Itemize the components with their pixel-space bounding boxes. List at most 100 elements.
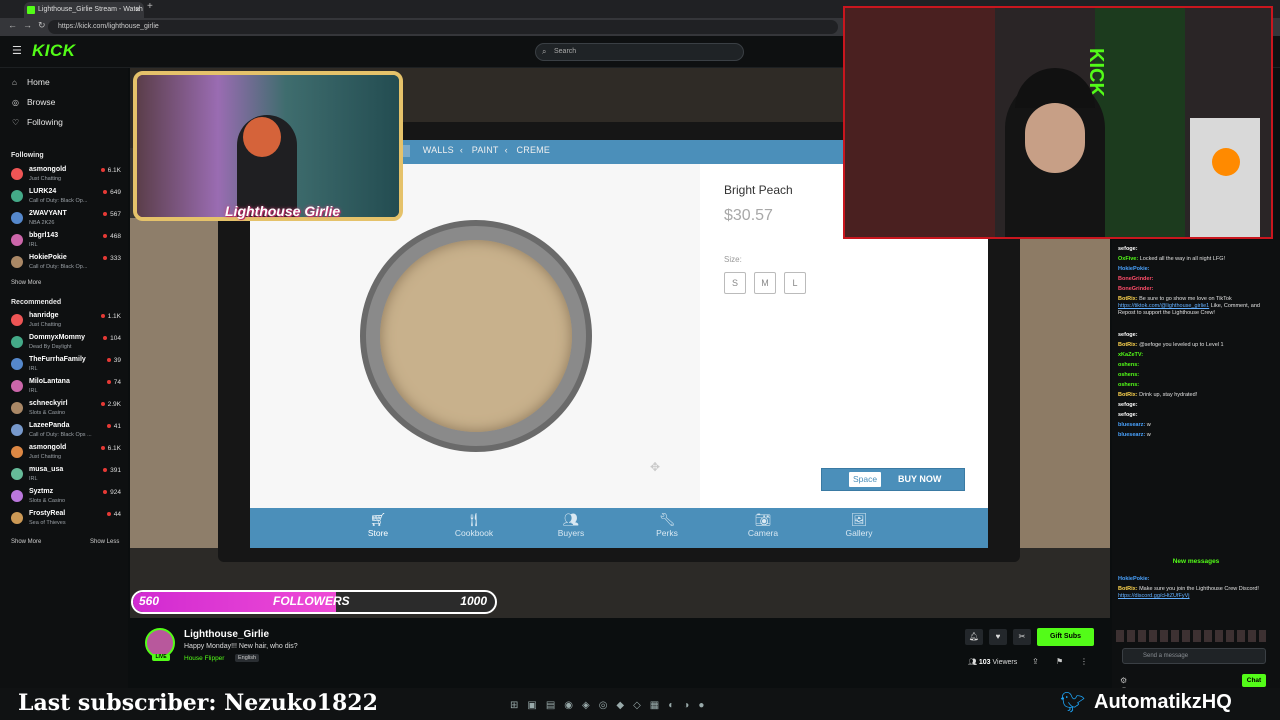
- viewer-count: 6.1K: [101, 167, 121, 174]
- chat-username[interactable]: oshens:: [1118, 372, 1139, 378]
- viewer-count: 41: [107, 423, 121, 430]
- tab-buyers[interactable]: 👥︎ Buyers: [531, 512, 611, 538]
- breadcrumb: WALLS ‹ PAINT ‹ CREME: [400, 145, 556, 157]
- channel-item[interactable]: FrostyReal Sea of Thieves 44: [11, 509, 123, 530]
- cam-logo: Lighthouse Girlie: [225, 203, 341, 219]
- channel-item[interactable]: bbgrl143 IRL 468: [11, 231, 123, 252]
- share-icon[interactable]: ⇪: [1032, 657, 1039, 666]
- channel-category: Slots & Casino: [29, 410, 66, 416]
- chat-send-button[interactable]: Chat: [1242, 674, 1266, 687]
- chat-username[interactable]: BotRix:: [1118, 342, 1138, 348]
- chat-username[interactable]: BoneGrinder:: [1118, 286, 1153, 292]
- breadcrumb-paint[interactable]: PAINT: [472, 145, 499, 155]
- tab-perks[interactable]: 🔧︎ Perks: [627, 512, 707, 538]
- sidebar-item-following[interactable]: ♡ Following: [12, 117, 63, 127]
- chat-username[interactable]: sefoge:: [1118, 246, 1138, 252]
- channel-item[interactable]: hanridge Just Chatting 1.1K: [11, 311, 123, 332]
- cart-icon: 🛒︎: [369, 512, 387, 527]
- channel-category: IRL: [29, 242, 38, 248]
- channel-item[interactable]: musa_usa IRL 391: [11, 465, 123, 486]
- viewer-count: 6.1K: [101, 445, 121, 452]
- channel-item[interactable]: HokiePokie Call of Duty: Black Op... 333: [11, 253, 123, 274]
- chat-username[interactable]: BotRix:: [1118, 586, 1138, 592]
- follower-current: 560: [139, 594, 160, 608]
- channel-category: IRL: [29, 388, 38, 394]
- language-tag[interactable]: English: [235, 654, 260, 662]
- chat-username[interactable]: sefoge:: [1118, 412, 1138, 418]
- channel-name: 2WAVYANT: [29, 210, 67, 217]
- follow-heart-icon[interactable]: ♥: [989, 629, 1007, 645]
- chat-username[interactable]: BotRix:: [1118, 392, 1138, 398]
- kick-logo[interactable]: KICK: [32, 41, 76, 61]
- chat-link[interactable]: https://tiktok.com/@lighthouse_girlie1: [1118, 303, 1209, 309]
- channel-item[interactable]: MiloLantana IRL 74: [11, 377, 123, 398]
- breadcrumb-creme[interactable]: CREME: [517, 145, 551, 155]
- chat-message: xKaZeTV:: [1118, 352, 1273, 359]
- chat-input[interactable]: Send a message: [1122, 648, 1266, 664]
- clip-icon[interactable]: ✂: [1013, 629, 1031, 645]
- menu-icon[interactable]: ☰: [12, 44, 22, 57]
- chat-username[interactable]: bluesearz:: [1118, 432, 1145, 438]
- channel-name: schneckyirl: [29, 400, 68, 407]
- chat-username[interactable]: oshens:: [1118, 362, 1139, 368]
- chat-link[interactable]: https://discord.gg/cHtZUfFyVj: [1118, 593, 1190, 599]
- channel-name: MiloLantana: [29, 378, 70, 385]
- size-l-button[interactable]: L: [784, 272, 806, 294]
- streamer-name[interactable]: Lighthouse_Girlie: [184, 629, 269, 640]
- report-icon[interactable]: ⚑: [1056, 657, 1063, 666]
- browser-tab[interactable]: Lighthouse_Girlie Stream - Watch ×: [24, 2, 144, 18]
- channel-category: IRL: [29, 476, 38, 482]
- chat-username[interactable]: xKaZeTV:: [1118, 352, 1143, 358]
- rotate-icon[interactable]: ✥: [650, 460, 660, 474]
- size-m-button[interactable]: M: [754, 272, 776, 294]
- streamer-avatar[interactable]: LIVE: [145, 628, 175, 661]
- tab-gallery[interactable]: 🖼︎ Gallery: [819, 512, 899, 538]
- channel-item[interactable]: DommyxMommy Dead By Daylight 104: [11, 333, 123, 354]
- bell-icon[interactable]: 🔔︎: [965, 629, 983, 645]
- browser-nav-icons[interactable]: ←→↻: [8, 20, 52, 31]
- chat-username[interactable]: BotRix:: [1118, 296, 1138, 302]
- emote-bar[interactable]: [1116, 630, 1266, 642]
- chat-username[interactable]: sefoge:: [1118, 402, 1138, 408]
- size-s-button[interactable]: S: [724, 272, 746, 294]
- sidebar-item-home[interactable]: ⌂ Home: [12, 77, 50, 87]
- chat-username[interactable]: bluesearz:: [1118, 422, 1145, 428]
- sidebar-item-browse[interactable]: ◎ Browse: [12, 97, 55, 107]
- channel-item[interactable]: TheFurrhaFamily IRL 39: [11, 355, 123, 376]
- breadcrumb-walls[interactable]: WALLS: [423, 145, 454, 155]
- chat-username[interactable]: sefoge:: [1118, 332, 1138, 338]
- new-tab-button[interactable]: +: [147, 1, 153, 12]
- url-field[interactable]: https://kick.com/lighthouse_girlie: [48, 20, 838, 34]
- tab-store[interactable]: 🛒︎ Store: [338, 512, 418, 538]
- gift-subs-button[interactable]: Gift Subs: [1037, 628, 1094, 646]
- chat-message: sefoge:: [1118, 246, 1273, 253]
- buy-now-button[interactable]: Space BUY NOW: [821, 468, 965, 491]
- channel-item[interactable]: LURK24 Call of Duty: Black Op... 649: [11, 187, 123, 208]
- chat-message: oshens:: [1118, 362, 1273, 369]
- chat-username[interactable]: OxFive:: [1118, 256, 1138, 262]
- show-more-following[interactable]: Show More: [11, 280, 41, 286]
- channel-item[interactable]: asmongold Just Chatting 6.1K: [11, 443, 123, 464]
- follower-goal: 1000: [460, 594, 487, 608]
- close-tab-icon[interactable]: ×: [135, 2, 140, 18]
- chat-username[interactable]: HokiePokie:: [1118, 576, 1149, 582]
- tab-camera[interactable]: 📷︎ Camera: [723, 512, 803, 538]
- channel-item[interactable]: 2WAVYANT NBA 2K26 567: [11, 209, 123, 230]
- channel-item[interactable]: LazeePanda Call of Duty: Black Ops ... 41: [11, 421, 123, 442]
- channel-item[interactable]: asmongold Just Chatting 6.1K: [11, 165, 123, 186]
- chat-username[interactable]: oshens:: [1118, 382, 1139, 388]
- tab-cookbook[interactable]: 🍴︎ Cookbook: [434, 512, 514, 538]
- channel-item[interactable]: schneckyirl Slots & Casino 2.9K: [11, 399, 123, 420]
- channel-item[interactable]: Syztmz Slots & Casino 924: [11, 487, 123, 508]
- stream-category[interactable]: House Flipper: [184, 655, 224, 662]
- new-messages-divider[interactable]: New messages: [1112, 558, 1280, 565]
- taskbar-icons[interactable]: ⊞▣▤◉◈◎◆◇▦◐◑●: [510, 700, 713, 711]
- search-input[interactable]: ⌕ Search: [535, 43, 744, 61]
- chat-username[interactable]: BoneGrinder:: [1118, 276, 1153, 282]
- show-more-recommended[interactable]: Show More: [11, 539, 41, 545]
- chat-username[interactable]: HokiePokie:: [1118, 266, 1149, 272]
- show-less-recommended[interactable]: Show Less: [90, 539, 119, 545]
- channel-name: TheFurrhaFamily: [29, 356, 86, 363]
- avatar: [11, 234, 23, 246]
- more-icon[interactable]: ⋮: [1080, 657, 1088, 666]
